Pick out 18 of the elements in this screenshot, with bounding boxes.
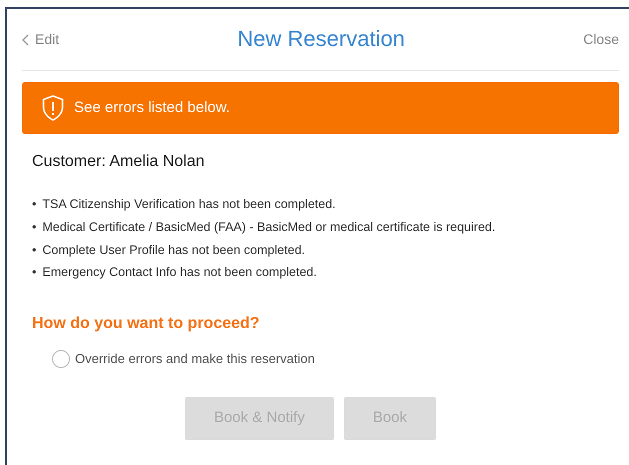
- bullet: •: [32, 218, 36, 236]
- proceed-heading: How do you want to proceed?: [32, 314, 261, 334]
- error-item: Complete User Profile has not been completed.: [42, 242, 306, 259]
- error-item: TSA Citizenship Verification has not been completed.: [42, 196, 336, 214]
- edit-back-button[interactable]: Edit: [22, 29, 60, 50]
- close-button[interactable]: Close: [583, 29, 619, 50]
- customer-name: Customer: Amelia Nolan: [32, 152, 206, 172]
- error-item: Emergency Contact Info has not been completed.: [42, 264, 317, 282]
- dialog-title: New Reservation: [237, 26, 405, 53]
- error-item: Medical Certificate / BasicMed (FAA) - BasicMed or medical certificate is required.: [42, 218, 496, 236]
- bullet: •: [32, 196, 36, 214]
- bullet: •: [32, 264, 36, 282]
- radio-button[interactable]: [52, 350, 70, 368]
- alert-message: See errors listed below.: [74, 98, 230, 118]
- shield-warning-icon: [42, 95, 64, 121]
- bullet: •: [32, 242, 36, 259]
- chevron-left-icon: [22, 34, 29, 46]
- override-option[interactable]: Override errors and make this reservation: [52, 349, 619, 369]
